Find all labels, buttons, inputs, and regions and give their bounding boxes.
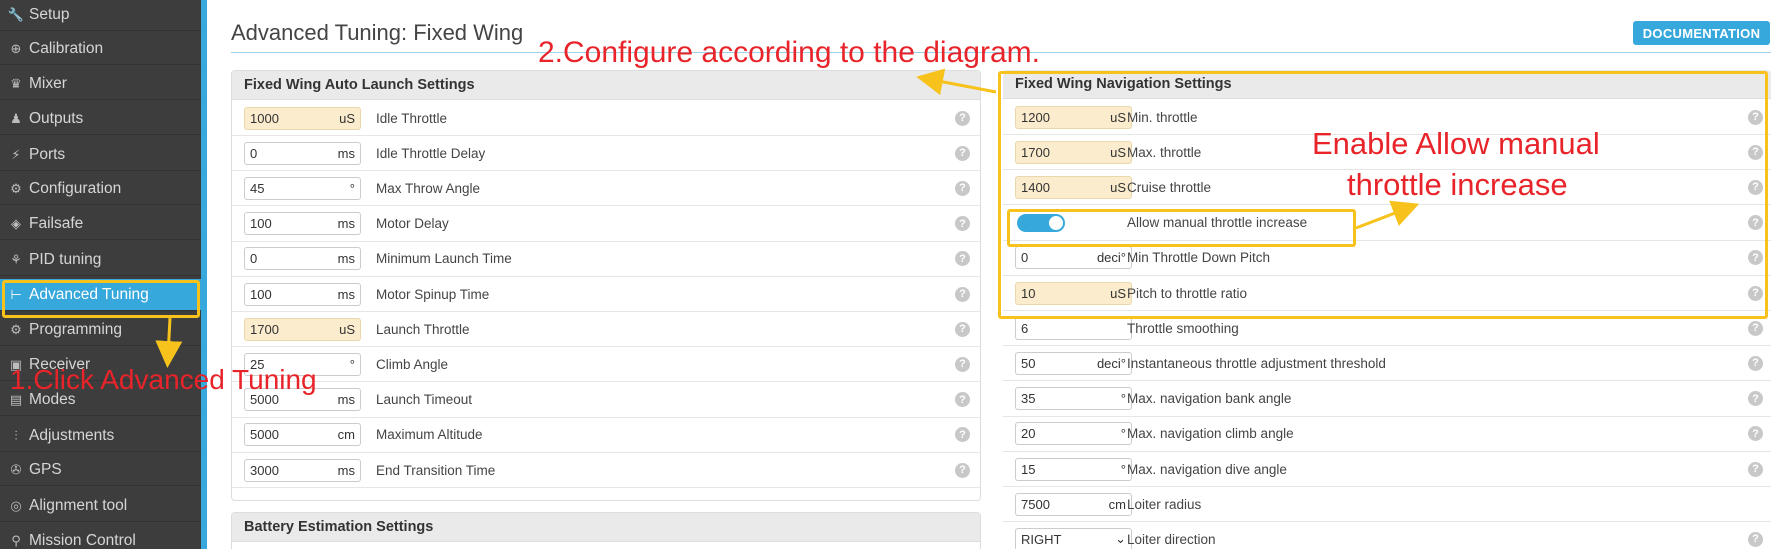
arrow-step1 bbox=[155, 317, 183, 368]
annotation-arrows bbox=[155, 68, 1420, 368]
annotation-step1: 1.Click Advanced Tuning bbox=[10, 364, 317, 395]
arrow-enable bbox=[1355, 200, 1420, 230]
annotation-enable-line2: throttle increase bbox=[1347, 167, 1568, 202]
annotation-enable-line1: Enable Allow manual bbox=[1312, 126, 1600, 161]
arrow-step2 bbox=[916, 68, 997, 96]
annotation-step2: 2.Configure according to the diagram. bbox=[538, 36, 1040, 69]
